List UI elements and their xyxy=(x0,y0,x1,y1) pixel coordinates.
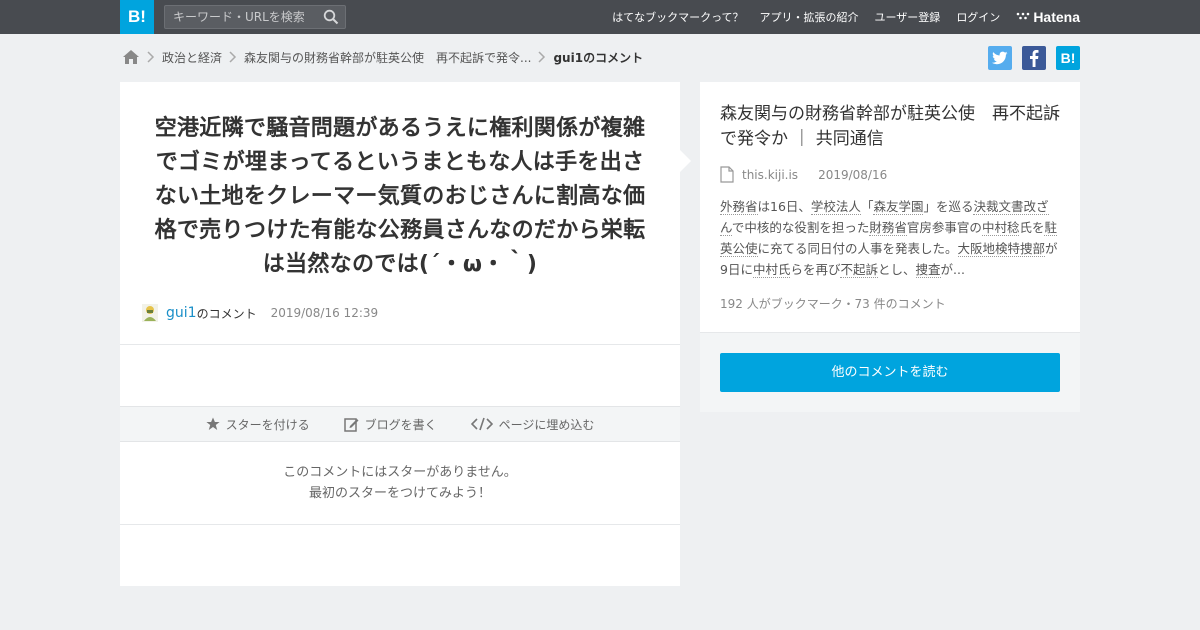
user-avatar[interactable] xyxy=(142,304,158,322)
breadcrumb-entry[interactable]: 森友関与の財務省幹部が駐英公使 再不起訴で発令... xyxy=(244,49,531,66)
add-star-button[interactable]: スターを付ける xyxy=(205,416,310,433)
nav-about[interactable]: はてなブックマークって？ xyxy=(612,9,743,25)
summary-text: 氏を xyxy=(1019,220,1045,235)
write-blog-button[interactable]: ブログを書く xyxy=(343,416,437,433)
divider xyxy=(120,344,680,345)
keyword-link[interactable]: 財務省 xyxy=(869,220,907,236)
entry-card: 森友関与の財務省幹部が駐英公使 再不起訴で発令か ｜ 共同通信 this.kij… xyxy=(700,82,1080,412)
chevron-right-icon xyxy=(538,51,546,63)
twitter-share-button[interactable] xyxy=(988,46,1012,70)
keyword-link[interactable]: 学校法人 xyxy=(810,199,861,215)
top-bar: B! はてなブックマークって？ アプリ・拡張の紹介 ユーザー登録 ログイン Ha… xyxy=(0,0,1200,34)
facebook-icon xyxy=(1030,50,1039,67)
keyword-link[interactable]: 中村氏 xyxy=(752,262,791,278)
no-star-line2: 最初のスターをつけてみよう！ xyxy=(308,486,491,501)
breadcrumb-current: gui1のコメント xyxy=(553,50,644,65)
entry-stats: 192 人がブックマーク・73 件のコメント xyxy=(720,297,946,311)
comment-date[interactable]: 2019/08/16 12:39 xyxy=(271,306,379,320)
twitter-icon xyxy=(992,51,1008,65)
summary-text: で中核的な役割を担った xyxy=(731,220,870,235)
embed-button[interactable]: ページに埋め込む xyxy=(470,416,595,433)
search-box[interactable] xyxy=(164,5,346,29)
keyword-link[interactable]: 捜査 xyxy=(915,262,941,278)
breadcrumb: 政治と経済 森友関与の財務省幹部が駐英公使 再不起訴で発令... gui1のコメ… xyxy=(122,46,643,68)
star-icon xyxy=(205,417,220,430)
read-more-comments-button[interactable]: 他のコメントを読む xyxy=(720,353,1060,392)
user-name-link[interactable]: gui1 xyxy=(166,305,197,321)
keyword-link[interactable]: 中村稔 xyxy=(981,220,1020,236)
summary-text: らを再び xyxy=(790,262,841,277)
edit-icon xyxy=(343,417,359,432)
keyword-link[interactable]: 森友学園 xyxy=(873,199,924,215)
nav-login[interactable]: ログイン xyxy=(956,9,1000,25)
entry-date: 2019/08/16 xyxy=(818,167,888,182)
summary-text: が... xyxy=(940,262,965,277)
chevron-right-icon xyxy=(229,51,237,63)
hatena-dots-icon xyxy=(1017,12,1030,20)
breadcrumb-category[interactable]: 政治と経済 xyxy=(162,49,222,66)
entry-meta: this.kiji.is 2019/08/16 xyxy=(720,166,887,183)
summary-text: 「 xyxy=(860,199,874,214)
entry-title-link[interactable]: 森友関与の財務省幹部が駐英公使 再不起訴で発令か ｜ 共同通信 xyxy=(720,102,1065,152)
card-pointer-arrow xyxy=(680,150,691,172)
search-input[interactable] xyxy=(165,6,315,28)
summary-text: に充てる同日付の人事を発表した。 xyxy=(757,241,958,256)
entry-summary: 外務省は16日、学校法人「森友学園」を巡る決裁文書改ざんで中核的な役割を担った財… xyxy=(720,196,1060,280)
no-star-message: このコメントにはスターがありません。 最初のスターをつけてみよう！ xyxy=(120,462,680,504)
hatena-brand-link[interactable]: Hatena xyxy=(1016,9,1080,25)
top-nav: はてなブックマークって？ アプリ・拡張の紹介 ユーザー登録 ログイン Haten… xyxy=(612,0,1080,34)
summary-text: 官房参事官の xyxy=(906,220,982,235)
keyword-link[interactable]: 大阪地検特捜部 xyxy=(957,241,1046,257)
no-star-line1: このコメントにはスターがありません。 xyxy=(283,465,517,480)
summary-text: は16日、 xyxy=(757,199,811,214)
code-icon xyxy=(470,417,493,431)
hatena-brand-label: Hatena xyxy=(1033,9,1080,25)
home-icon[interactable] xyxy=(122,49,140,65)
comment-meta: gui1 のコメント 2019/08/16 12:39 xyxy=(142,304,378,322)
chevron-right-icon xyxy=(147,51,155,63)
facebook-share-button[interactable] xyxy=(1022,46,1046,70)
search-icon[interactable] xyxy=(323,9,339,25)
summary-text: とし、 xyxy=(878,262,916,277)
comment-card: 空港近隣で騒音問題があるうえに権利関係が複雑でゴミが埋まってるというまともな人は… xyxy=(120,82,680,586)
share-buttons: B! xyxy=(988,46,1080,70)
keyword-link[interactable]: 不起訴 xyxy=(840,262,878,278)
hatena-share-button[interactable]: B! xyxy=(1056,46,1080,70)
write-blog-label: ブログを書く xyxy=(364,417,437,432)
action-bar: スターを付ける ブログを書く ページに埋め込む xyxy=(120,406,680,442)
read-more-section: 他のコメントを読む xyxy=(700,332,1080,412)
nav-register[interactable]: ユーザー登録 xyxy=(875,9,941,25)
comment-text: 空港近隣で騒音問題があるうえに権利関係が複雑でゴミが埋まってるというまともな人は… xyxy=(154,116,646,277)
add-star-label: スターを付ける xyxy=(225,417,310,432)
document-icon xyxy=(720,166,734,183)
entry-domain-link[interactable]: this.kiji.is xyxy=(742,168,798,182)
embed-label: ページに埋め込む xyxy=(498,417,595,432)
summary-text: 」を巡る xyxy=(923,199,974,214)
user-suffix: のコメント xyxy=(196,306,257,321)
keyword-link[interactable]: 外務省 xyxy=(720,199,758,215)
hatena-bookmark-logo[interactable]: B! xyxy=(120,0,154,34)
divider xyxy=(120,524,680,525)
nav-apps[interactable]: アプリ・拡張の紹介 xyxy=(760,9,859,25)
